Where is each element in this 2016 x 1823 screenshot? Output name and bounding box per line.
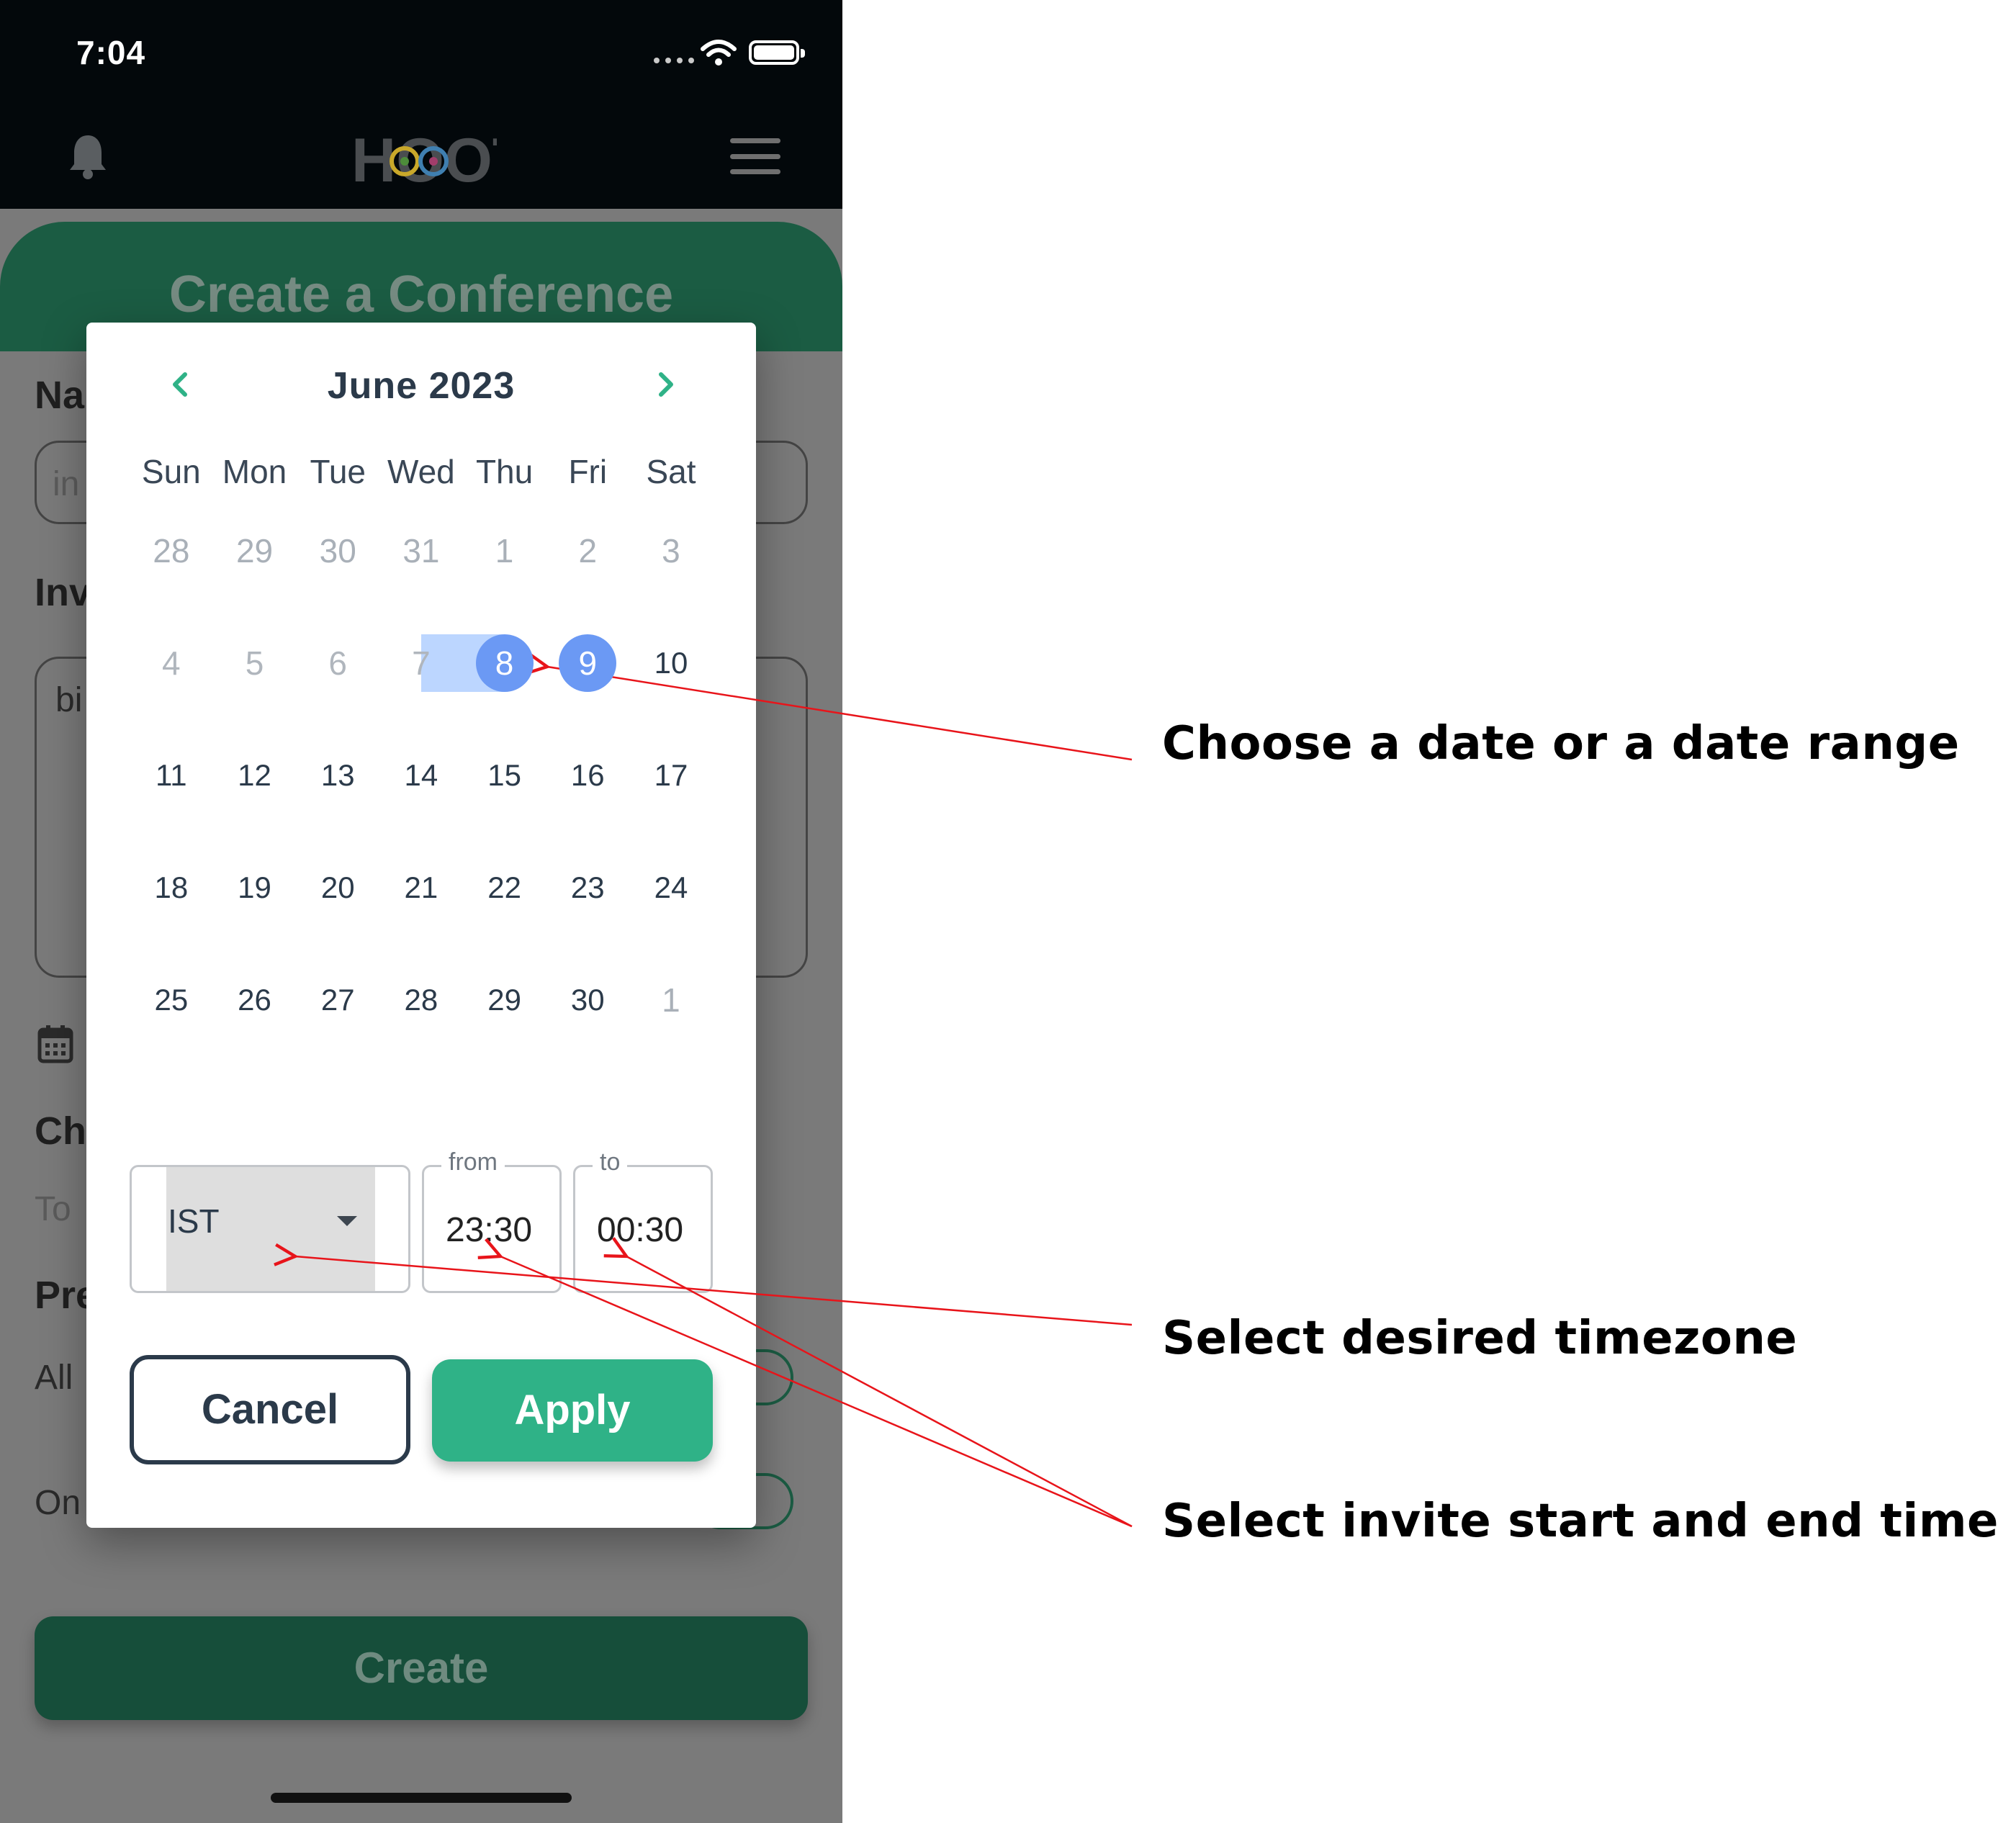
calendar-day-past[interactable]: 1 <box>463 518 546 583</box>
weekday-label: Sat <box>646 453 696 490</box>
cellular-signal-icon <box>654 58 694 63</box>
calendar-day-past[interactable]: 3 <box>629 518 713 583</box>
calendar-week: 25 26 27 28 29 30 1 <box>130 968 713 1080</box>
calendar-day-past[interactable]: 6 <box>296 631 379 696</box>
calendar-day[interactable]: 11 <box>130 743 213 808</box>
choose-label: Ch <box>35 1109 86 1153</box>
hamburger-menu-icon[interactable] <box>730 138 780 174</box>
weekday-label: Fri <box>568 453 608 490</box>
date-range-picker-dialog: June 2023 Sun Mon Tue Wed Thu Fri Sat 28… <box>86 323 756 1528</box>
calendar-day[interactable]: 17 <box>629 743 713 808</box>
cancel-button[interactable]: Cancel <box>130 1355 410 1464</box>
calendar-day[interactable]: 10 <box>629 631 713 696</box>
weekday-label: Thu <box>475 453 534 490</box>
calendar-icon[interactable] <box>37 1024 73 1064</box>
calendar-week: 4 5 6 7 8 9 10 <box>130 631 713 743</box>
calendar-day[interactable]: 28 <box>379 968 463 1032</box>
status-bar: 7:04 <box>0 0 842 108</box>
calendar-day[interactable]: 15 <box>463 743 546 808</box>
weekday-label: Wed <box>387 453 455 490</box>
end-time-label: to <box>593 1148 628 1176</box>
calendar-day[interactable]: 27 <box>296 968 379 1032</box>
calendar-day-past[interactable]: 2 <box>546 518 629 583</box>
calendar-day[interactable]: 22 <box>463 855 546 920</box>
calendar-day[interactable]: 20 <box>296 855 379 920</box>
time-annotation-text: Select invite start and end time <box>1162 1495 1999 1548</box>
app-bar: HOOT <box>0 108 842 209</box>
previous-month-button[interactable] <box>158 363 202 406</box>
calendar-day-range-end[interactable]: 9 <box>546 631 629 696</box>
calendar-day[interactable]: 25 <box>130 968 213 1032</box>
bell-icon[interactable] <box>66 131 109 181</box>
calendar-day[interactable]: 16 <box>546 743 629 808</box>
chevron-left-icon <box>173 372 187 397</box>
page-title: Create a Conference <box>168 266 674 323</box>
calendar-week: 18 19 20 21 22 23 24 <box>130 855 713 968</box>
calendar-day-past[interactable]: 7 <box>379 631 463 696</box>
calendar-day-past[interactable]: 5 <box>213 631 297 696</box>
weekday-header: Sun Mon Tue Wed Thu Fri Sat <box>130 452 713 491</box>
calendar-day-outside[interactable]: 31 <box>379 518 463 583</box>
start-time-input[interactable]: from 23:30 <box>422 1148 562 1293</box>
calendar-day[interactable]: 18 <box>130 855 213 920</box>
date-annotation-text: Choose a date or a date range <box>1162 717 1960 770</box>
calendar-day[interactable]: 23 <box>546 855 629 920</box>
to-label: To <box>35 1190 71 1228</box>
home-indicator <box>271 1793 572 1803</box>
only-label: On <box>35 1484 81 1522</box>
timezone-annotation-text: Select desired timezone <box>1162 1312 1798 1365</box>
calendar-day-outside[interactable]: 30 <box>296 518 379 583</box>
weekday-label: Tue <box>310 453 366 490</box>
allow-label: All <box>35 1359 73 1397</box>
calendar-day[interactable]: 26 <box>213 968 297 1032</box>
weekday-label: Sun <box>141 453 201 490</box>
start-time-value: 23:30 <box>446 1211 533 1249</box>
calendar-day-outside[interactable]: 1 <box>629 968 713 1032</box>
weekday-label: Mon <box>222 453 287 490</box>
calendar-day[interactable]: 19 <box>213 855 297 920</box>
apply-button[interactable]: Apply <box>432 1359 713 1462</box>
calendar-day-range-start[interactable]: 8 <box>463 631 546 696</box>
timezone-value: IST <box>168 1202 220 1240</box>
calendar-day[interactable]: 12 <box>213 743 297 808</box>
phone-screen: 7:04 HOOT Create a Conference Na i <box>0 0 842 1823</box>
chevron-right-icon <box>659 372 673 397</box>
calendar-day[interactable]: 29 <box>463 968 546 1032</box>
calendar-day-outside[interactable]: 29 <box>213 518 297 583</box>
calendar-day[interactable]: 30 <box>546 968 629 1032</box>
calendar-day[interactable]: 13 <box>296 743 379 808</box>
wifi-icon <box>701 40 737 66</box>
timezone-select[interactable]: IST <box>130 1165 410 1293</box>
caret-down-icon <box>337 1216 357 1226</box>
name-field-value: in <box>53 465 80 503</box>
invitees-field-value: bi <box>55 681 83 719</box>
calendar-week: 11 12 13 14 15 16 17 <box>130 743 713 855</box>
calendar-day[interactable]: 14 <box>379 743 463 808</box>
end-time-value: 00:30 <box>597 1211 684 1249</box>
status-time: 7:04 <box>76 34 146 71</box>
calendar-week: 28 29 30 31 1 2 3 <box>130 518 713 631</box>
start-time-label: from <box>441 1148 505 1176</box>
name-label: Na <box>35 374 85 417</box>
calendar-grid: 28 29 30 31 1 2 3 4 5 6 7 8 9 10 11 12 1… <box>130 518 713 1080</box>
hoot-logo: HOOT <box>351 126 497 195</box>
create-button[interactable]: Create <box>35 1616 808 1720</box>
next-month-button[interactable] <box>644 363 688 406</box>
calendar-day[interactable]: 21 <box>379 855 463 920</box>
invite-label: Inv <box>35 571 91 614</box>
calendar-day-past[interactable]: 4 <box>130 631 213 696</box>
battery-icon <box>749 40 805 65</box>
calendar-day-outside[interactable]: 28 <box>130 518 213 583</box>
logo-text: HOOT <box>351 126 497 195</box>
calendar-day[interactable]: 24 <box>629 855 713 920</box>
end-time-input[interactable]: to 00:30 <box>573 1148 713 1293</box>
